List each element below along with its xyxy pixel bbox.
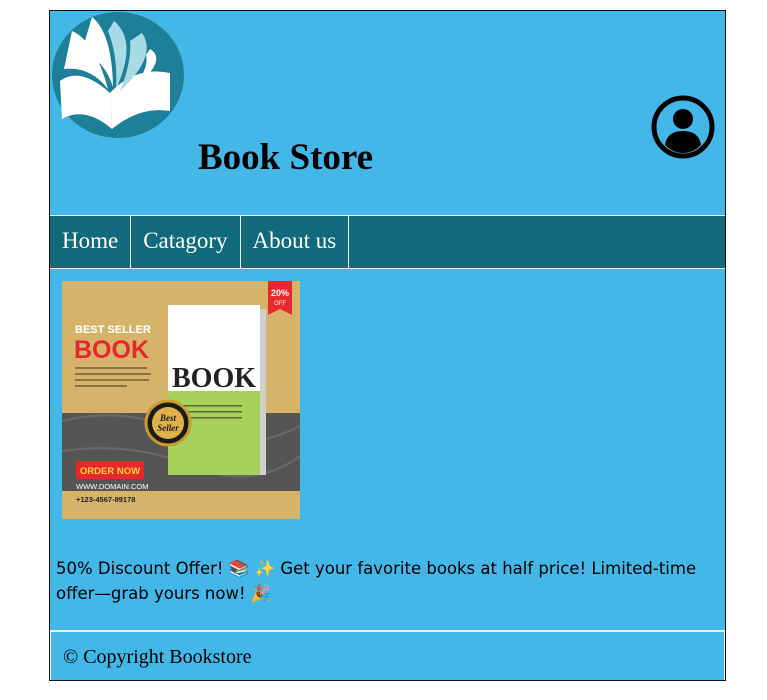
book-cover-title: BOOK (172, 363, 256, 394)
page-title: Book Store (198, 137, 374, 178)
nav-item-about[interactable]: About us (241, 216, 350, 268)
page-frame: Book Store Home Catagory About us 20% OF… (49, 10, 726, 681)
discount-offer-text: 50% Discount Offer! 📚 ✨ Get your favorit… (56, 559, 697, 603)
promo-banner[interactable]: 20% OFF BEST SELLER BOOK BOOK Best Selle… (61, 281, 301, 519)
promo-tagline-top: BEST SELLER (75, 324, 151, 336)
main-nav: Home Catagory About us (50, 215, 725, 269)
seal-line-2: Seller (157, 423, 179, 433)
user-account-icon[interactable] (651, 95, 715, 159)
seal-line-1: Best (159, 413, 177, 423)
discount-badge-text: 20% (271, 288, 289, 298)
nav-item-category[interactable]: Catagory (131, 216, 241, 268)
nav-item-home[interactable]: Home (50, 216, 132, 268)
promo-phone: +123-4567-89178 (76, 495, 135, 504)
discount-badge-sub: OFF (274, 301, 286, 307)
open-book-logo-icon[interactable] (50, 11, 186, 139)
copyright-text: © Copyright Bookstore (63, 646, 252, 668)
promo-tagline-main: BOOK (74, 336, 149, 364)
promo-domain: WWW.DOMAIN.COM (76, 482, 149, 491)
order-now-cta: ORDER NOW (80, 466, 140, 477)
footer: © Copyright Bookstore (50, 630, 725, 680)
